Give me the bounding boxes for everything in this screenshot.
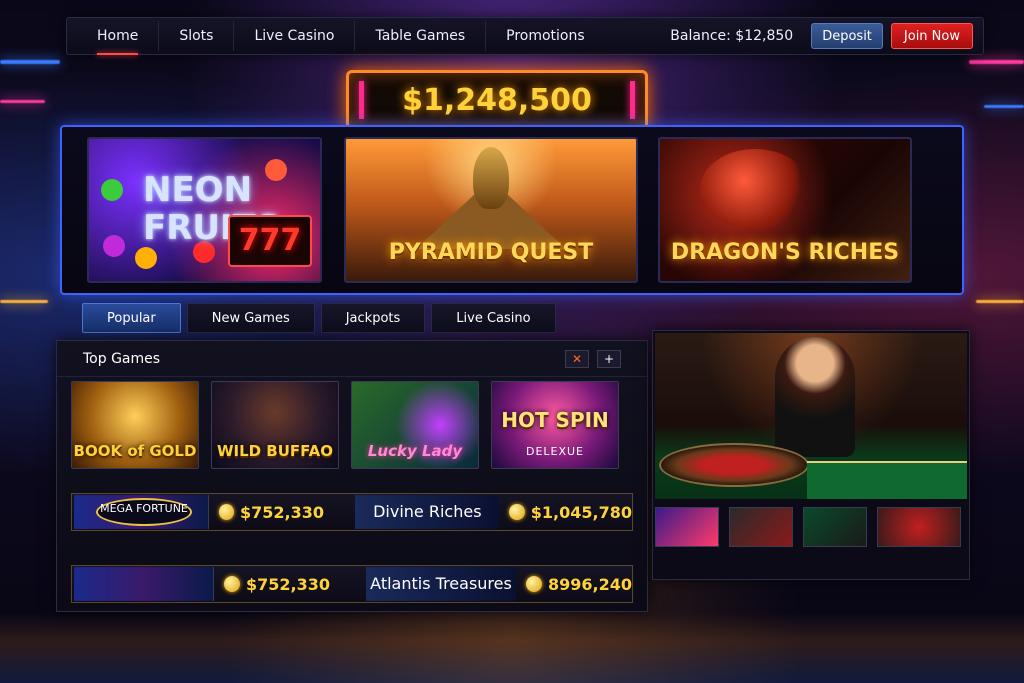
fruit-icon	[135, 247, 157, 269]
neon-light	[0, 300, 48, 303]
casino-floor-reflection	[0, 613, 1024, 683]
game-title: WILD BUFFAO	[216, 442, 334, 460]
games-grid: BOOK of GOLD WILD BUFFAO Lucky Lady HOT …	[71, 381, 619, 469]
game-tile-lucky-lady[interactable]: Lucky Lady	[351, 381, 479, 469]
fruit-icon	[103, 235, 125, 257]
game-tile-book-of-gold[interactable]: BOOK of GOLD	[71, 381, 199, 469]
neon-light	[0, 100, 45, 103]
balance-display: Balance: $12,850	[670, 28, 794, 44]
dragon-illustration	[700, 149, 810, 229]
live-game-thumbnails	[655, 507, 961, 547]
nav-table-games[interactable]: Table Games	[355, 21, 487, 51]
live-thumb-poker[interactable]	[803, 507, 867, 547]
jackpot-amount-secondary: $1,045,780	[530, 502, 632, 522]
jackpot-game-name: Atlantis Treasures	[366, 567, 516, 601]
fruit-icon	[101, 179, 123, 201]
jackpot-marquee: $1,248,500	[346, 70, 648, 130]
coin-icon	[526, 576, 542, 592]
featured-game-pyramid-quest[interactable]: PYRAMID QUEST	[344, 137, 638, 283]
game-tile-wild-buffao[interactable]: WILD BUFFAO	[211, 381, 339, 469]
jackpot-game-name: Divine Riches	[355, 495, 500, 529]
game-title: Lucky Lady	[367, 442, 463, 460]
coin-icon	[224, 576, 240, 592]
featured-game-title: DRAGON'S RICHES	[670, 240, 900, 265]
jackpot-amount: $752,330	[239, 502, 324, 522]
sevens-badge: 777	[228, 215, 312, 267]
live-casino-panel	[652, 330, 970, 580]
neon-light	[976, 300, 1024, 303]
roulette-wheel	[659, 443, 809, 487]
add-icon[interactable]: +	[597, 349, 621, 368]
game-subtitle: DELEXUE	[525, 445, 585, 458]
panel-title: Top Games	[83, 350, 161, 367]
join-now-button[interactable]: Join Now	[890, 23, 973, 49]
featured-game-dragons-riches[interactable]: DRAGON'S RICHES	[658, 137, 912, 283]
coin-icon	[509, 504, 525, 520]
progressive-jackpot-amount: $1,248,500	[402, 82, 592, 118]
coin-icon	[218, 504, 234, 520]
deposit-button[interactable]: Deposit	[811, 23, 883, 49]
featured-game-title: PYRAMID QUEST	[388, 240, 594, 265]
nav-slots[interactable]: Slots	[159, 21, 235, 51]
category-tabs: Popular New Games Jackpots Live Casino	[82, 303, 556, 333]
neon-light	[984, 105, 1024, 108]
jackpot-thumbnail: MEGA FORTUNE	[74, 495, 209, 529]
dealer-figure	[775, 337, 855, 457]
neon-light	[969, 60, 1024, 64]
tab-popular[interactable]: Popular	[82, 303, 181, 333]
game-title: HOT SPIN	[501, 408, 609, 432]
pharaoh-illustration	[473, 147, 509, 209]
jackpot-row[interactable]: MEGA FORTUNE $752,330 Divine Riches $1,0…	[71, 493, 633, 531]
top-games-panel: Top Games ✕ + BOOK of GOLD WILD BUFFAO L…	[56, 340, 648, 612]
jackpot-row[interactable]: $752,330 Atlantis Treasures 8996,240	[71, 565, 633, 603]
top-nav: Home Slots Live Casino Table Games Promo…	[66, 17, 984, 55]
jackpot-amount: $752,330	[246, 574, 331, 594]
game-title: BOOK of GOLD	[73, 442, 197, 460]
neon-light	[0, 60, 60, 64]
panel-header: Top Games ✕ +	[57, 341, 647, 377]
close-icon[interactable]: ✕	[565, 349, 589, 368]
tab-live-casino[interactable]: Live Casino	[431, 303, 556, 333]
nav-home[interactable]: Home	[77, 21, 160, 55]
tab-new-games[interactable]: New Games	[186, 303, 315, 333]
jackpot-thumbnail	[74, 567, 214, 601]
nav-live-casino[interactable]: Live Casino	[234, 21, 356, 51]
featured-game-neon-fruits[interactable]: NEON FRUITS 777	[87, 137, 322, 283]
marquee-bracket-left	[359, 81, 364, 119]
marquee-bracket-right	[630, 81, 635, 119]
game-tile-hot-spin[interactable]: HOT SPIN DELEXUE	[491, 381, 619, 469]
live-thumb-blackjack[interactable]	[729, 507, 793, 547]
nav-promotions[interactable]: Promotions	[486, 21, 605, 51]
mega-fortune-logo: MEGA FORTUNE	[96, 498, 192, 526]
roulette-table	[807, 461, 967, 499]
tab-jackpots[interactable]: Jackpots	[320, 303, 426, 333]
live-thumb-slot[interactable]	[655, 507, 719, 547]
featured-games-banner: NEON FRUITS 777 PYRAMID QUEST DRAGON'S R…	[60, 125, 964, 295]
live-dealer-video[interactable]	[655, 333, 967, 499]
jackpot-amount-secondary: 8996,240	[548, 574, 633, 594]
live-thumb-roulette[interactable]	[877, 507, 961, 547]
